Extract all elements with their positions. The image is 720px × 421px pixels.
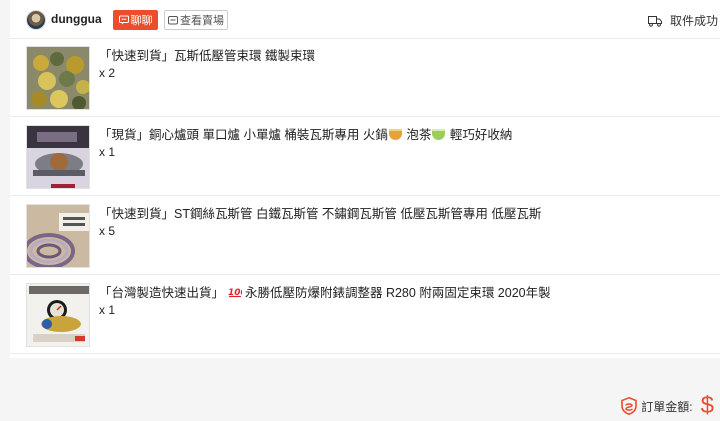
list-item[interactable]: 「快速到貨」瓦斯低壓管束環 鐵製束環 x 2 <box>10 39 720 117</box>
item-quantity: x 1 <box>99 145 116 159</box>
item-quantity: x 2 <box>99 66 116 80</box>
item-quantity: x 5 <box>99 224 116 238</box>
status-text: 取件成功 <box>669 14 718 28</box>
list-item[interactable]: 「快速到貨」ST鋼絲瓦斯管 白鐵瓦斯管 不鏽鋼瓦斯管 低壓瓦斯管專用 低壓瓦斯 … <box>10 197 720 275</box>
item-title[interactable]: 「現貨」銅心爐頭 單口爐 小單爐 桶裝瓦斯專用 火鍋 泡茶 輕巧好收納 <box>99 124 512 143</box>
tea-emoji-icon <box>432 129 446 140</box>
shield-icon <box>621 397 638 415</box>
product-thumbnail[interactable] <box>26 204 90 268</box>
truck-icon <box>647 15 662 27</box>
chat-button[interactable]: 聊聊 <box>113 10 158 30</box>
pot-emoji-icon <box>388 129 402 140</box>
list-item[interactable]: 「台灣製造快速出貨」 100 永勝低壓防爆附錶調整器 R280 附兩固定束環 2… <box>10 276 720 354</box>
item-quantity: x 1 <box>99 303 116 317</box>
hundred-emoji-icon: 100 <box>228 286 247 298</box>
product-thumbnail[interactable] <box>26 46 90 110</box>
product-thumbnail[interactable] <box>26 283 90 347</box>
shop-header: dunggua 聊聊 查看賣場 取件成功 <box>10 0 720 39</box>
list-item[interactable]: 「現貨」銅心爐頭 單口爐 小單爐 桶裝瓦斯專用 火鍋 泡茶 輕巧好收納 x 1 <box>10 118 720 196</box>
order-total: 訂單金額: $ <box>621 391 720 421</box>
item-title[interactable]: 「台灣製造快速出貨」 100 永勝低壓防爆附錶調整器 R280 附兩固定束環 2… <box>99 282 551 301</box>
total-currency: $ <box>700 392 714 419</box>
chat-icon <box>118 15 129 25</box>
product-thumbnail[interactable] <box>26 125 90 189</box>
avatar[interactable] <box>26 10 46 30</box>
order-status: 取件成功 <box>647 12 718 29</box>
view-shop-button[interactable]: 查看賣場 <box>164 10 228 30</box>
total-label: 訂單金額: <box>641 399 693 414</box>
shop-icon <box>168 16 178 25</box>
view-shop-label: 查看賣場 <box>180 15 224 27</box>
item-title[interactable]: 「快速到貨」瓦斯低壓管束環 鐵製束環 <box>99 45 315 64</box>
shop-name[interactable]: dunggua <box>51 12 102 26</box>
chat-button-label: 聊聊 <box>130 15 153 27</box>
order-card: dunggua 聊聊 查看賣場 取件成功 「快速到貨」瓦斯低壓管束環 鐵製束環 … <box>10 0 720 358</box>
item-title[interactable]: 「快速到貨」ST鋼絲瓦斯管 白鐵瓦斯管 不鏽鋼瓦斯管 低壓瓦斯管專用 低壓瓦斯 <box>99 203 541 222</box>
